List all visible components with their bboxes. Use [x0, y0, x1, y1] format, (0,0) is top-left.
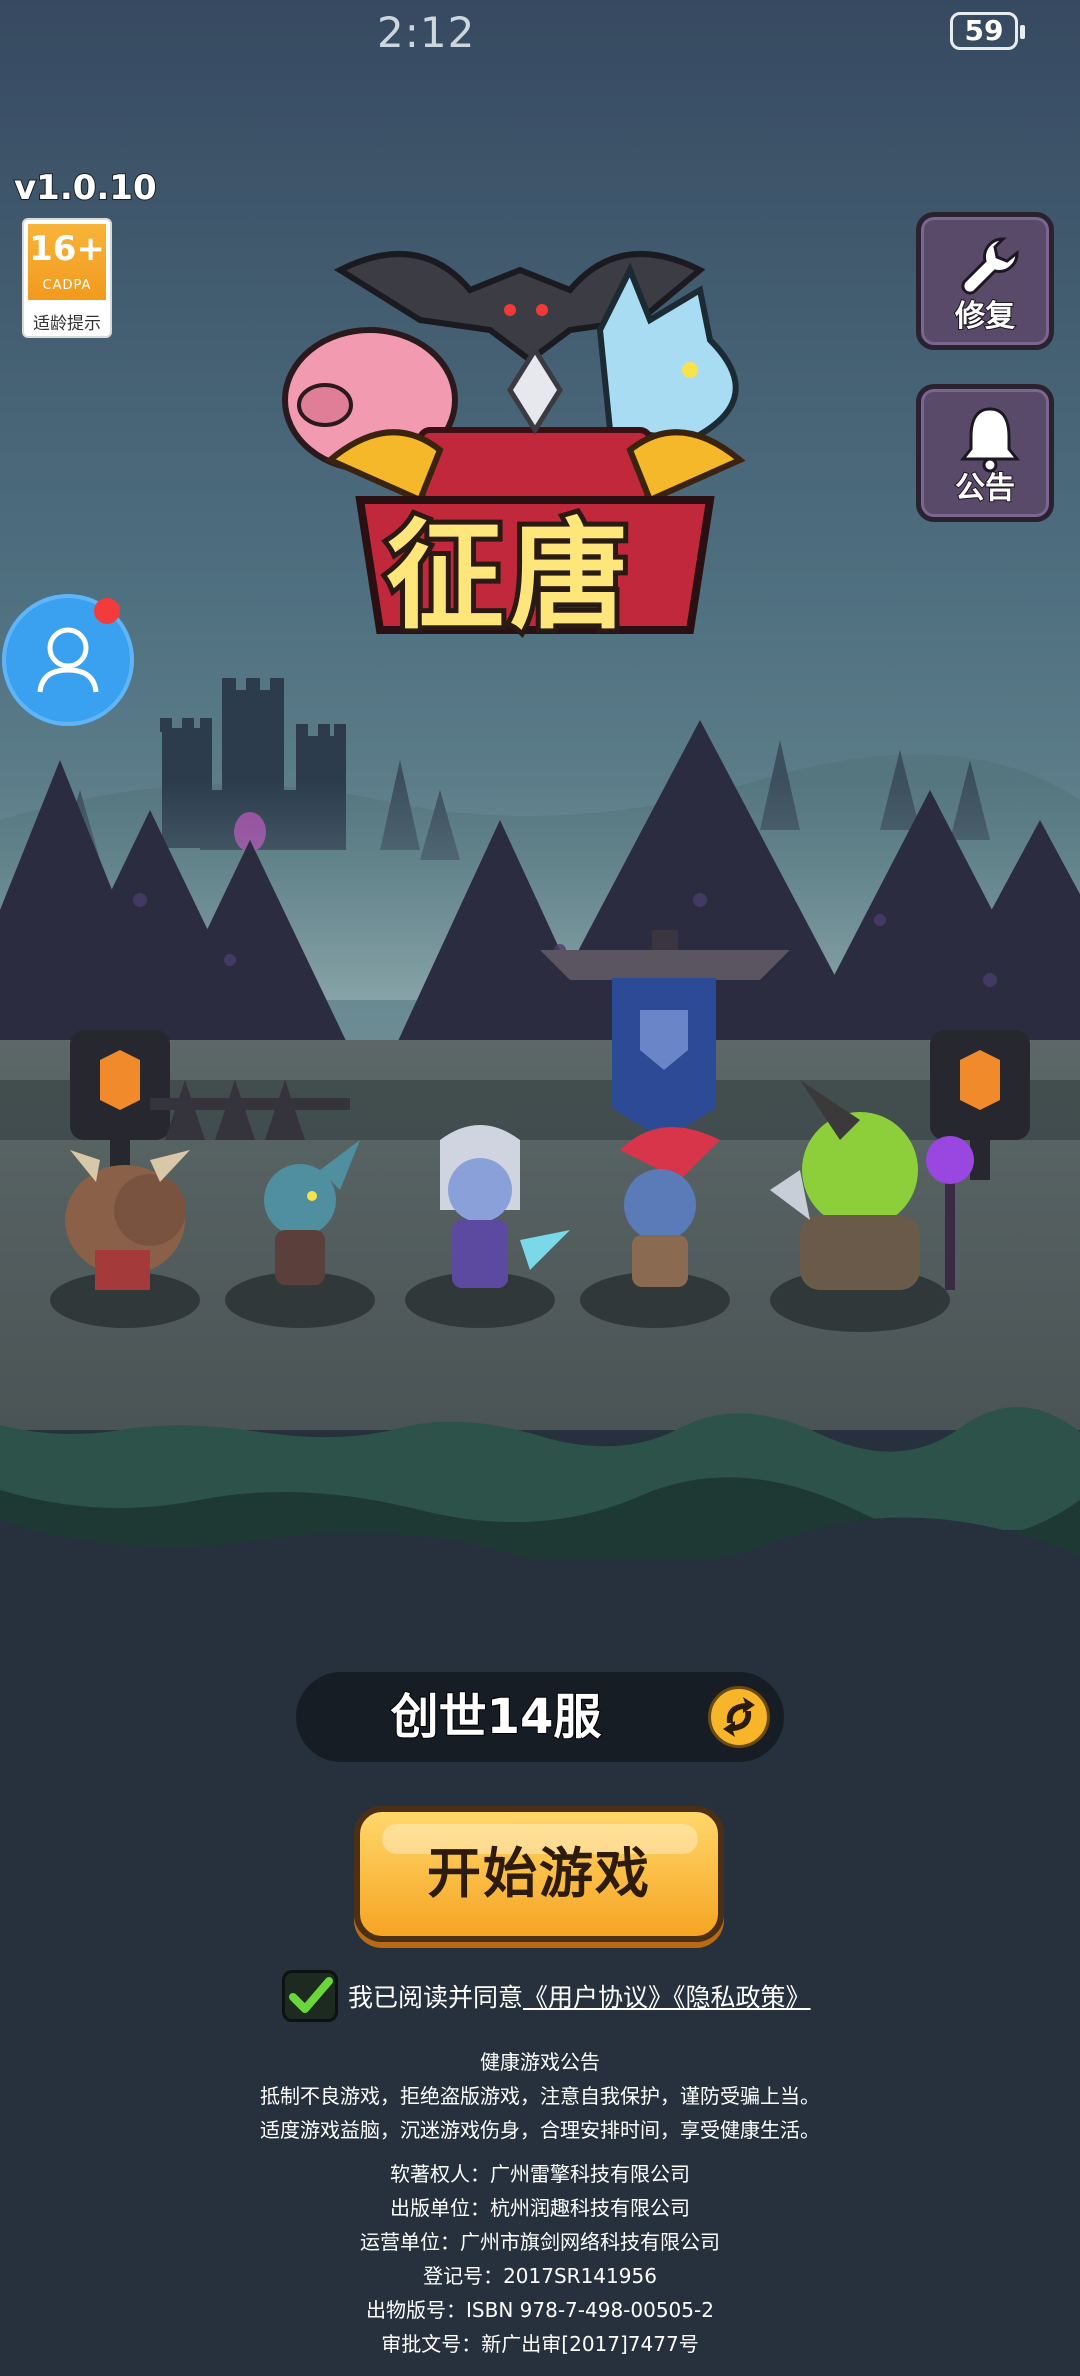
- server-name: 创世14服: [390, 1688, 603, 1746]
- agreement-prefix: 我已阅读并同意: [348, 1983, 524, 2012]
- notification-dot: [94, 598, 120, 624]
- age-rating-badge[interactable]: 16+ CADPA 适龄提示: [22, 218, 112, 338]
- game-logo: 征唐: [270, 230, 800, 660]
- age-rating-hint: 适龄提示: [33, 314, 101, 334]
- repair-button[interactable]: 修复: [916, 212, 1054, 350]
- health-notice-title: 健康游戏公告: [480, 2050, 600, 2074]
- health-notice-line1: 抵制不良游戏，拒绝盗版游戏，注意自我保护，谨防受骗上当。: [260, 2084, 820, 2108]
- credit-registration: 登记号：2017SR141956: [423, 2264, 657, 2288]
- version-label: v1.0.10: [13, 167, 158, 209]
- notice-label: 公告: [954, 470, 1016, 507]
- switch-server-icon[interactable]: [708, 1686, 770, 1748]
- status-time: 2:12: [377, 8, 476, 57]
- checkmark-icon: [289, 1977, 333, 2013]
- game-login-screen: 2:12 59 v1.0.10 16+ CADPA 适龄提示 修复 公告 征唐 …: [0, 0, 1080, 2376]
- notice-button[interactable]: 公告: [916, 384, 1054, 522]
- health-notice-line2: 适度游戏益脑，沉迷游戏伤身，合理安排时间，享受健康生活。: [260, 2118, 820, 2142]
- server-selector[interactable]: 创世14服: [296, 1672, 784, 1762]
- user-agreement-link[interactable]: 《用户协议》: [523, 1983, 673, 2012]
- agreement-checkbox[interactable]: [282, 1970, 338, 2022]
- credit-approval: 审批文号：新广出审[2017]7477号: [381, 2332, 699, 2356]
- credit-operator: 运营单位：广州市旗剑网络科技有限公司: [360, 2230, 720, 2254]
- battery-icon: 59: [950, 12, 1025, 50]
- credit-isbn: 出物版号：ISBN 978-7-498-00505-2: [366, 2298, 714, 2322]
- credit-publisher: 出版单位：杭州润趣科技有限公司: [390, 2196, 690, 2220]
- credit-copyright: 软著权人：广州雷擎科技有限公司: [390, 2162, 690, 2186]
- repair-label: 修复: [954, 298, 1016, 335]
- account-avatar-button[interactable]: [2, 594, 134, 726]
- start-game-button[interactable]: 开始游戏: [354, 1806, 724, 1942]
- start-game-label: 开始游戏: [427, 1842, 651, 1905]
- privacy-policy-link[interactable]: 《隐私政策》: [673, 1983, 811, 2012]
- agreement-text: 我已阅读并同意《用户协议》《隐私政策》: [348, 1978, 811, 2014]
- game-title: 征唐: [381, 502, 635, 650]
- age-rating-org: CADPA: [42, 278, 92, 293]
